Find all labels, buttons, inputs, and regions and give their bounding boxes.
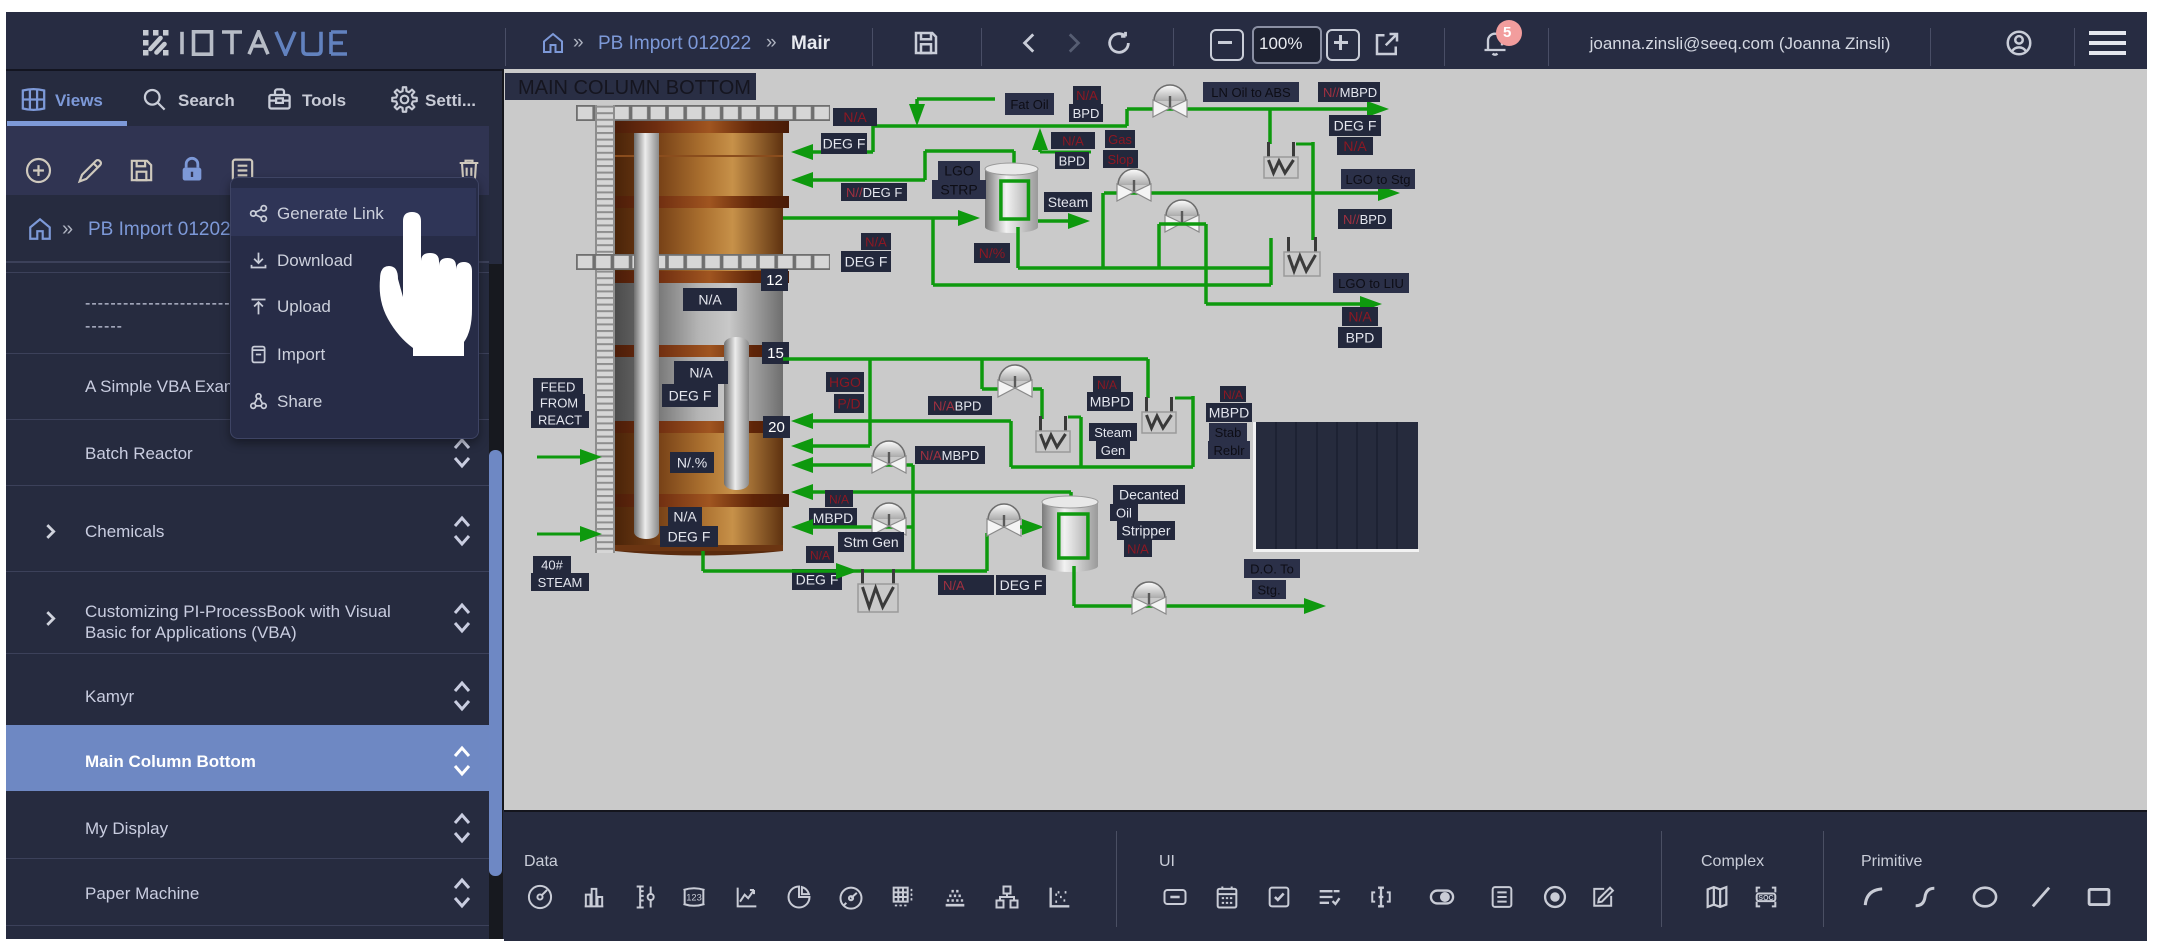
svg-text:N//BPD: N//BPD [1343,212,1386,227]
svg-text:N/.%: N/.% [677,455,707,471]
svg-text:15: 15 [767,345,784,362]
svg-text:Gen: Gen [1101,443,1126,458]
svg-text:BPD: BPD [1073,106,1100,121]
svg-text:Stripper: Stripper [1121,523,1170,539]
svg-text:STRP: STRP [940,182,977,198]
svg-text:Stab: Stab [1215,425,1242,440]
svg-text:N//DEG F: N//DEG F [846,185,902,200]
svg-text:REACT: REACT [538,413,582,428]
svg-text:D.O. To: D.O. To [1250,562,1294,577]
svg-text:HGO: HGO [829,374,861,390]
svg-text:MBPD: MBPD [1090,394,1130,410]
svg-text:FROM: FROM [540,396,578,411]
svg-text:MAIN COLUMN BOTTOM: MAIN COLUMN BOTTOM [518,77,751,99]
svg-text:N/A: N/A [943,578,965,593]
svg-text:Oil: Oil [1116,506,1132,521]
svg-text:N/ABPD: N/ABPD [933,399,981,414]
svg-text:20: 20 [768,419,785,436]
svg-text:MBPD: MBPD [1209,405,1249,421]
svg-text:DEG F: DEG F [669,388,712,404]
svg-text:40#: 40# [541,558,563,573]
svg-text:MBPD: MBPD [813,510,853,526]
svg-text:N/A: N/A [689,365,713,381]
svg-text:Stg.: Stg. [1257,583,1280,598]
svg-text:BPD: BPD [1346,330,1375,346]
svg-text:Gas: Gas [1108,132,1132,147]
svg-text:LGO to LIU: LGO to LIU [1338,276,1404,291]
svg-text:DEG F: DEG F [1334,118,1377,134]
svg-text:BPD: BPD [1059,154,1086,169]
svg-text:N/A: N/A [1062,134,1084,149]
svg-text:N/AMBPD: N/AMBPD [920,448,979,463]
svg-text:N/A: N/A [843,109,867,125]
svg-text:Decanted: Decanted [1119,487,1179,503]
svg-text:LGO: LGO [944,163,974,179]
svg-text:Slop: Slop [1107,152,1133,167]
svg-text:FEED: FEED [541,380,576,395]
svg-text:Stm Gen: Stm Gen [843,534,898,550]
svg-text:N/A: N/A [1343,138,1367,154]
svg-text:Fat Oil: Fat Oil [1010,97,1048,112]
svg-text:SQC: SQC [1758,895,1773,902]
svg-text:N/A: N/A [673,509,697,525]
svg-text:P/D: P/D [837,396,860,412]
svg-text:N/%: N/% [979,245,1005,261]
svg-text:DEG F: DEG F [668,529,711,545]
svg-text:Steam: Steam [1048,194,1088,210]
svg-text:N/A: N/A [1348,309,1372,325]
svg-text:N/A: N/A [698,292,722,308]
svg-text:LN Oil to ABS: LN Oil to ABS [1211,85,1291,100]
svg-text:N/A: N/A [1097,378,1117,392]
svg-text:123: 123 [686,893,702,903]
svg-text:Reblr: Reblr [1213,443,1245,458]
svg-text:DEG F: DEG F [796,572,839,588]
svg-text:DEG F: DEG F [823,136,866,152]
svg-text:N/A: N/A [1223,388,1243,402]
svg-text:STEAM: STEAM [538,575,583,590]
svg-text:DEG F: DEG F [1000,577,1043,593]
svg-text:12: 12 [766,272,783,289]
svg-text:DEG F: DEG F [845,254,888,270]
svg-text:N/A: N/A [810,549,830,563]
svg-text:N/A: N/A [1076,88,1098,103]
svg-text:N/A: N/A [1127,542,1149,557]
svg-text:N//MBPD: N//MBPD [1323,85,1377,100]
svg-text:Steam: Steam [1094,425,1132,440]
svg-text:LGO to Stg: LGO to Stg [1345,172,1410,187]
svg-text:N/A: N/A [865,235,887,250]
svg-text:N/A: N/A [829,493,849,507]
